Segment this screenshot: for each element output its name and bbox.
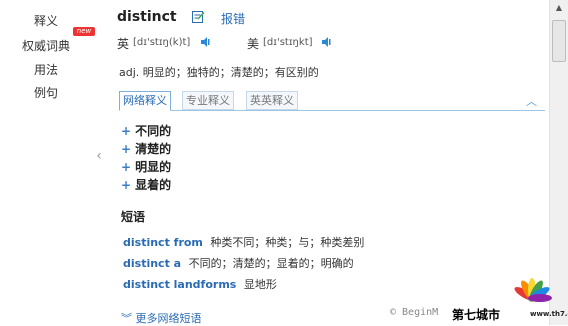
phrase-row: distinct from 种类不同；种类；与；种类差别 bbox=[123, 234, 364, 250]
site-logo-icon bbox=[514, 278, 552, 302]
site-watermark-url: www.th7.cn bbox=[530, 310, 568, 318]
phrase-row: distinct a 不同的；清楚的；显着的；明确的 bbox=[123, 255, 354, 271]
nav-item-usage[interactable]: 用法 bbox=[0, 61, 92, 78]
nav-item-authoritative-dictionary[interactable]: 权威词典 bbox=[0, 37, 92, 54]
phrase-translation: 不同的；清楚的；显着的；明确的 bbox=[188, 257, 354, 270]
nav-item-examples[interactable]: 例句 bbox=[0, 84, 92, 101]
tab-english-definitions[interactable]: 英英释义 bbox=[246, 91, 298, 110]
web-definition-item: + 显着的 bbox=[121, 178, 172, 192]
uk-phonetic: [dɪ'stɪŋ(k)t] bbox=[133, 37, 191, 48]
main-content: distinct 报错 英 [dɪ'stɪŋ(k)t] 美 [dɪ'stɪŋkt… bbox=[117, 0, 547, 325]
tab-web-definitions[interactable]: 网络释义 bbox=[119, 91, 171, 111]
expand-plus-icon[interactable]: + bbox=[121, 124, 131, 138]
copyright-watermark: © BeginM bbox=[390, 307, 439, 318]
expand-plus-icon[interactable]: + bbox=[121, 142, 131, 156]
new-badge: new bbox=[73, 27, 95, 36]
uk-label: 英 bbox=[117, 37, 130, 51]
basic-definition: adj. 明显的；独特的；清楚的；有区别的 bbox=[119, 66, 319, 79]
collapse-nav-arrow-icon[interactable]: ‹ bbox=[94, 148, 104, 164]
web-definition-item: + 清楚的 bbox=[121, 142, 172, 156]
us-speaker-icon[interactable] bbox=[322, 36, 331, 48]
collapse-chevron-up-icon[interactable]: ︿ bbox=[526, 93, 537, 109]
us-label: 美 bbox=[247, 37, 260, 51]
phrase-link[interactable]: distinct a bbox=[123, 257, 181, 270]
us-phonetic: [dɪ'stɪŋkt] bbox=[263, 37, 313, 48]
phrase-link[interactable]: distinct landforms bbox=[123, 278, 236, 291]
scroll-up-arrow-icon[interactable]: ▲ bbox=[550, 0, 568, 16]
uk-speaker-icon[interactable] bbox=[201, 36, 210, 48]
phrase-translation: 种类不同；种类；与；种类差别 bbox=[210, 236, 365, 249]
phrases-title: 短语 bbox=[121, 210, 146, 224]
tab-professional-definitions[interactable]: 专业释义 bbox=[182, 91, 234, 110]
definition-tabs: 网络释义 专业释义 英英释义 ︿ bbox=[119, 91, 545, 111]
phrase-link[interactable]: distinct from bbox=[123, 236, 203, 249]
site-watermark-name: 第七城市 bbox=[452, 306, 501, 323]
left-nav: 释义 权威词典 new 用法 例句 bbox=[0, 0, 95, 325]
add-to-wordbook-icon[interactable] bbox=[192, 10, 205, 23]
phrase-row: distinct landforms 显地形 bbox=[123, 276, 277, 292]
expand-plus-icon[interactable]: + bbox=[121, 178, 131, 192]
phrase-translation: 显地形 bbox=[243, 278, 277, 291]
more-phrases-link[interactable]: ︾ 更多网络短语 bbox=[121, 310, 202, 326]
web-definition-item: + 明显的 bbox=[121, 160, 172, 174]
scroll-thumb[interactable] bbox=[552, 20, 566, 62]
headword: distinct bbox=[117, 9, 177, 25]
web-definition-item: + 不同的 bbox=[121, 124, 172, 138]
expand-plus-icon[interactable]: + bbox=[121, 160, 131, 174]
chevron-down-icon: ︾ bbox=[121, 312, 132, 325]
report-error-link[interactable]: 报错 bbox=[221, 10, 245, 27]
